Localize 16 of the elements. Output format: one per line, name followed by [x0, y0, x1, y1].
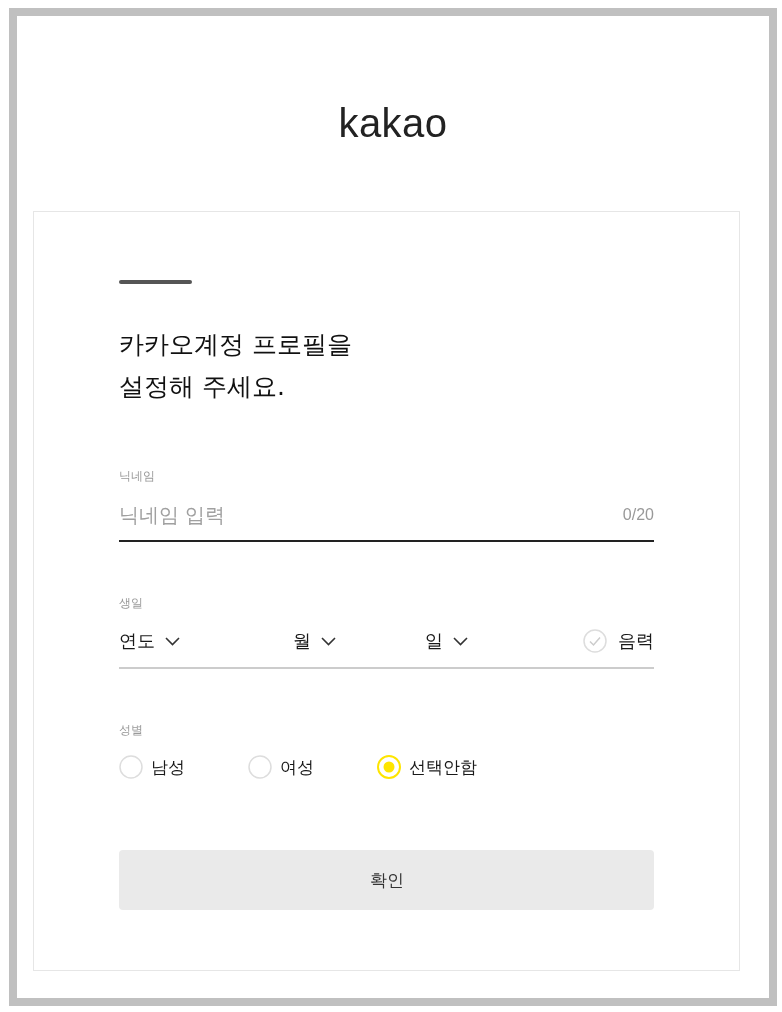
field-label: 생일	[119, 595, 143, 612]
radio-option[interactable]: 여성	[248, 755, 377, 779]
chevron-down-icon	[165, 636, 180, 646]
field-label: 성별	[119, 722, 143, 739]
date-dropdown[interactable]: 연도	[119, 629, 180, 653]
radio-option[interactable]: 남성	[119, 755, 248, 779]
lunar-checkbox[interactable]: 음력	[583, 629, 654, 653]
page-heading: 카카오계정 프로필을 설정해 주세요.	[119, 329, 353, 403]
radio-option[interactable]: 선택안함	[377, 755, 477, 779]
field-label: 닉네임	[119, 468, 155, 485]
date-dropdown[interactable]: 월	[293, 629, 336, 653]
logo-text: kakao	[338, 100, 448, 146]
date-dropdown[interactable]: 일	[425, 629, 468, 653]
character-counter: 0/20	[622, 505, 654, 525]
chevron-down-icon	[321, 636, 336, 646]
chevron-down-icon	[453, 636, 468, 646]
